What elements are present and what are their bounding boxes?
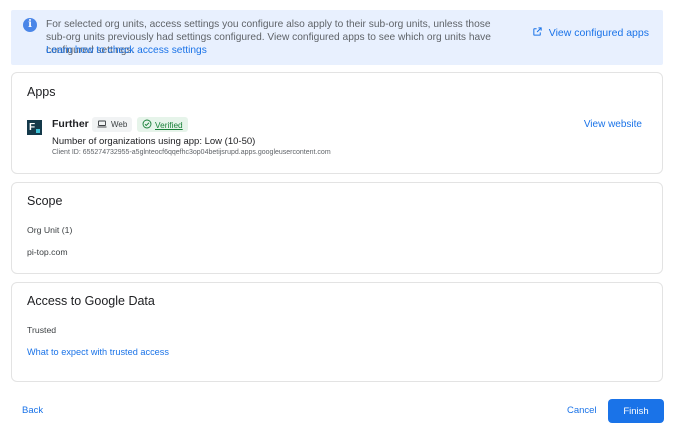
org-unit-value: pi-top.com <box>27 247 68 257</box>
client-id-text: Client ID: 655274732955-a5glnteocf6qqefh… <box>52 149 331 156</box>
cancel-button[interactable]: Cancel <box>567 405 597 416</box>
access-card: Access to Google Data Trusted What to ex… <box>11 282 663 382</box>
verified-chip[interactable]: Verified <box>137 117 188 132</box>
learn-access-settings-link[interactable]: Learn how to check access settings <box>46 44 207 57</box>
app-logo: F <box>27 120 42 135</box>
open-in-new-icon <box>532 26 543 40</box>
org-unit-label: Org Unit (1) <box>27 225 73 235</box>
scope-card: Scope Org Unit (1) pi-top.com <box>11 182 663 274</box>
org-count-text: Number of organizations using app: Low (… <box>52 136 256 147</box>
scope-title: Scope <box>27 194 63 208</box>
view-configured-apps-label: View configured apps <box>548 27 649 39</box>
app-name: Further <box>52 118 89 130</box>
web-chip-label: Web <box>111 120 128 129</box>
back-button[interactable]: Back <box>22 405 43 416</box>
finish-button[interactable]: Finish <box>608 399 664 423</box>
access-level-label: Trusted <box>27 325 57 335</box>
trusted-access-link[interactable]: What to expect with trusted access <box>27 347 169 357</box>
view-website-link[interactable]: View website <box>584 119 642 130</box>
access-title: Access to Google Data <box>27 294 155 308</box>
info-banner: i For selected org units, access setting… <box>11 10 663 65</box>
check-circle-icon <box>142 119 152 131</box>
info-icon: i <box>23 18 37 32</box>
apps-card: Apps F Further Web Verified Number of or… <box>11 72 663 174</box>
web-chip: Web <box>92 117 133 132</box>
apps-title: Apps <box>27 85 56 99</box>
verified-chip-label: Verified <box>155 119 183 130</box>
view-configured-apps-button[interactable]: View configured apps <box>532 26 649 40</box>
laptop-icon <box>97 120 107 130</box>
